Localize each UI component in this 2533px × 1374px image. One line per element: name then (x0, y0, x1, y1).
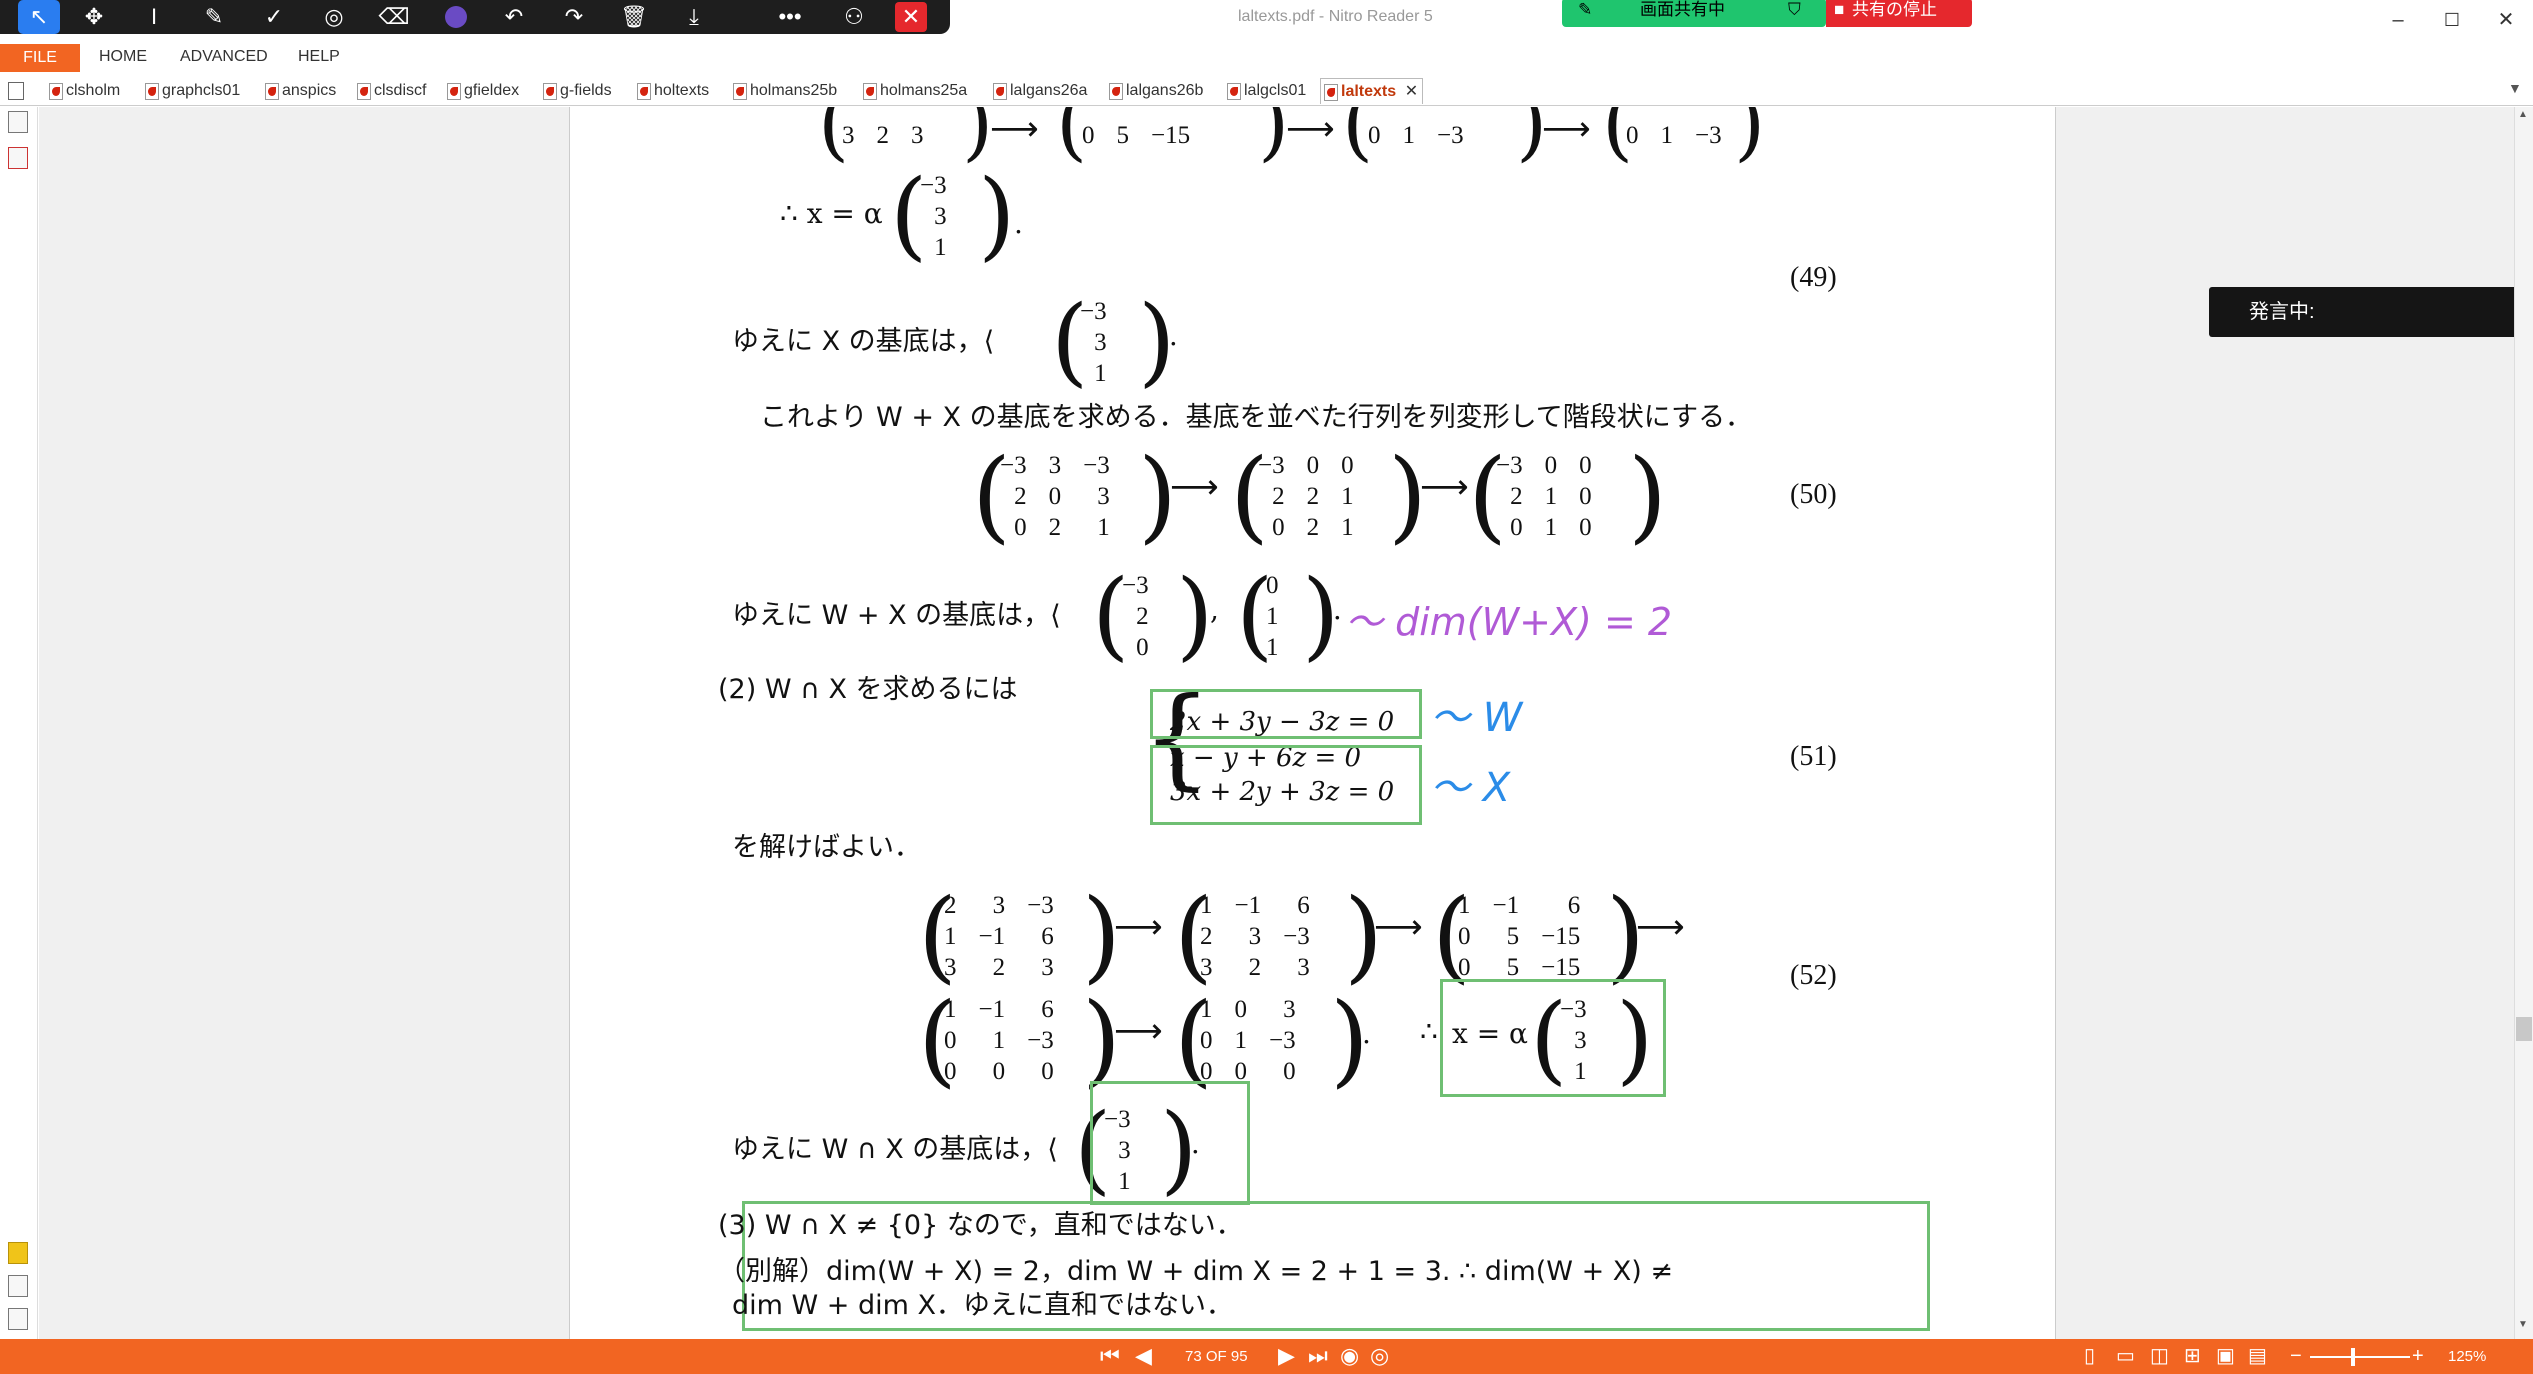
comments-panel-icon[interactable] (8, 1242, 28, 1264)
menu-help[interactable]: HELP (298, 48, 340, 66)
last-page-icon[interactable]: ⏭ (1308, 1343, 1328, 1369)
facing-icon[interactable]: ◫ (2150, 1343, 2169, 1369)
zoom-slider[interactable] (2310, 1356, 2410, 1358)
tab-g-fields[interactable]: g-fields (540, 78, 612, 104)
bookmarks-panel-icon[interactable] (8, 1275, 28, 1297)
trash-icon[interactable]: 🗑 (616, 0, 652, 34)
continuous-icon[interactable]: ▭ (2116, 1343, 2135, 1369)
zoom-slider-knob[interactable] (2351, 1348, 2355, 1366)
tab-clsholm[interactable]: clsholm (46, 78, 120, 104)
scroll-up-icon[interactable]: ▲ (2518, 109, 2528, 120)
handwritten-annotations[interactable]: 〜 dim(W+X) = 2 〜 W 〜 X (570, 107, 2056, 1339)
attachments-panel-icon[interactable] (8, 147, 28, 169)
ink-w-annotation: 〜 W (1430, 695, 1524, 741)
first-page-icon[interactable]: ⏮ (1100, 1343, 1120, 1369)
user-annotate-icon[interactable]: ⚇ (836, 0, 872, 34)
pdf-icon (543, 83, 557, 100)
sharing-status-label: 画面共有中 (1640, 0, 1725, 19)
tab-lalgcls01[interactable]: lalgcls01 (1224, 78, 1306, 104)
pen-icon[interactable]: ✎ (196, 0, 232, 34)
fit-icon[interactable]: ▤ (2248, 1343, 2267, 1369)
previous-page-icon[interactable]: ◀ (1135, 1343, 1152, 1369)
next-page-icon[interactable]: ▶ (1278, 1343, 1295, 1369)
tab-anspics[interactable]: anspics (262, 78, 336, 104)
stop-sharing-label: 共有の停止 (1852, 0, 1937, 19)
scroll-down-icon[interactable]: ▼ (2518, 1319, 2528, 1330)
zoom-out-icon[interactable]: − (2290, 1343, 2302, 1369)
zoom-level[interactable]: 125% (2448, 1348, 2486, 1365)
menu-bar: FILE HOME ADVANCED HELP (0, 44, 2533, 72)
forward-view-icon[interactable]: ◎ (1370, 1343, 1389, 1369)
menu-file[interactable]: FILE (0, 44, 80, 72)
pdf-icon (733, 83, 747, 100)
menu-home[interactable]: HOME (99, 48, 147, 66)
document-viewer[interactable]: ( 323 ) ⟶ ( 0 5 −15 ) ⟶ ( 0 1 −3 ) ⟶ ( 0 1 −3 … (39, 107, 2533, 1339)
tab-holmans25a[interactable]: holmans25a (860, 78, 967, 104)
pdf-icon (1227, 83, 1241, 100)
tabs-dropdown-icon[interactable]: ▼ (2508, 80, 2522, 96)
undo-icon[interactable]: ↶ (496, 0, 532, 34)
tab-gfieldex[interactable]: gfieldex (444, 78, 519, 104)
pdf-page[interactable]: ( 323 ) ⟶ ( 0 5 −15 ) ⟶ ( 0 1 −3 ) ⟶ ( 0 1 −3 … (569, 107, 2056, 1339)
single-page-icon[interactable]: ▯ (2084, 1343, 2095, 1369)
output-panel-icon[interactable] (8, 1308, 28, 1330)
close-toolbar-icon[interactable]: ✕ (895, 2, 927, 32)
pointer-icon[interactable]: ↖ (18, 0, 60, 34)
full-screen-icon[interactable]: ▣ (2216, 1343, 2235, 1369)
annotation-toolbar: ↖ ✥ I ✎ ✓ ◎ ⌫ ↶ ↷ 🗑 ⤓ ••• ⚇ ✕ (0, 0, 950, 34)
vertical-scrollbar[interactable]: ▲ ▼ (2514, 107, 2533, 1339)
shield-icon: ⛉ (1788, 0, 1801, 19)
menu-advanced[interactable]: ADVANCED (180, 48, 268, 66)
ink-x-annotation: 〜 X (1430, 765, 1512, 811)
download-icon[interactable]: ⤓ (676, 0, 712, 34)
zoom-in-icon[interactable]: + (2412, 1343, 2424, 1369)
pdf-icon (863, 83, 877, 100)
pages-panel-icon[interactable] (8, 111, 28, 133)
stamp-icon[interactable]: ◎ (316, 0, 352, 34)
close-tab-icon[interactable]: ✕ (1405, 79, 1418, 105)
scroll-thumb[interactable] (2516, 1017, 2532, 1041)
pdf-icon (1109, 83, 1123, 100)
facing-continuous-icon[interactable]: ⊞ (2184, 1343, 2201, 1369)
color-picker-icon[interactable] (438, 0, 474, 34)
text-cursor-icon[interactable]: I (136, 0, 172, 34)
eraser-icon[interactable]: ⌫ (376, 0, 412, 34)
check-icon[interactable]: ✓ (256, 0, 292, 34)
minimize-button[interactable]: – (2376, 4, 2420, 36)
back-view-icon[interactable]: ◉ (1340, 1343, 1359, 1369)
left-panel-strip (0, 107, 38, 1339)
maximize-button[interactable]: ☐ (2430, 4, 2474, 36)
document-tabs: clsholm graphcls01 anspics clsdiscf gfie… (0, 76, 2533, 106)
speaking-indicator: 発言中: (2209, 287, 2533, 337)
status-bar: ⏮ ◀ 73 OF 95 ▶ ⏭ ◉ ◎ ▯ ▭ ◫ ⊞ ▣ ▤ − + 125… (0, 1339, 2533, 1374)
pdf-icon (1324, 84, 1338, 101)
ink-dim-annotation: 〜 dim(W+X) = 2 (1345, 600, 1672, 644)
tab-lalgans26a[interactable]: lalgans26a (990, 78, 1087, 104)
tab-lalgans26b[interactable]: lalgans26b (1106, 78, 1203, 104)
pdf-icon (447, 83, 461, 100)
pdf-icon (637, 83, 651, 100)
stop-icon: ■ (1834, 0, 1845, 19)
document-list-icon[interactable] (8, 82, 24, 100)
tab-holmans25b[interactable]: holmans25b (730, 78, 837, 104)
tab-holtexts[interactable]: holtexts (634, 78, 709, 104)
pdf-icon (145, 83, 159, 100)
more-icon[interactable]: ••• (772, 0, 808, 34)
close-window-button[interactable]: ✕ (2484, 4, 2528, 36)
tab-graphcls01[interactable]: graphcls01 (142, 78, 240, 104)
move-icon[interactable]: ✥ (76, 0, 112, 34)
tab-clsdiscf[interactable]: clsdiscf (354, 78, 426, 104)
tab-laltexts[interactable]: laltexts ✕ (1320, 78, 1424, 105)
pin-icon: ✎ (1578, 0, 1593, 19)
pdf-icon (993, 83, 1007, 100)
stop-sharing-button[interactable]: ■ 共有の停止 (1826, 0, 1972, 27)
page-number[interactable]: 73 OF 95 (1185, 1348, 1248, 1365)
pdf-icon (265, 83, 279, 100)
pdf-icon (357, 83, 371, 100)
window-title: laltexts.pdf - Nitro Reader 5 (1238, 8, 1433, 25)
sharing-status: ✎ 画面共有中 ⛉ (1562, 0, 1826, 27)
pdf-icon (49, 83, 63, 100)
redo-icon[interactable]: ↷ (556, 0, 592, 34)
